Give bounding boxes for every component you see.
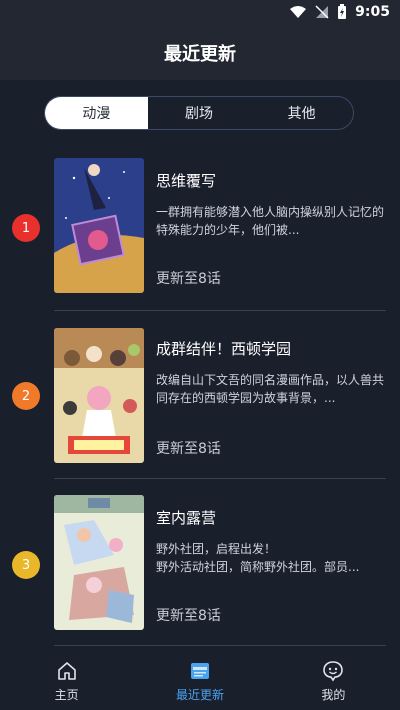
list-item[interactable]: 1 思维覆写 一群拥有能够潜入他人脑内操纵别人记忆的特殊能力的少年，他们被...… [0, 158, 400, 318]
episode-status: 更新至8话 [156, 271, 221, 287]
tab-theater[interactable]: 剧场 [148, 97, 251, 129]
item-title: 思维覆写 [156, 172, 217, 190]
nav-label: 最近更新 [175, 688, 224, 702]
tab-label: 剧场 [185, 106, 213, 122]
status-time: 9:05 [355, 4, 390, 20]
rank-number: 3 [21, 557, 31, 573]
profile-icon [323, 661, 344, 682]
bottom-nav: 主页 最近更新 我的 [0, 650, 400, 710]
rank-badge: 2 [12, 382, 40, 410]
tab-anime[interactable]: 动漫 [45, 97, 148, 129]
list-item[interactable]: 3 室内露营 野外社团，启程出发！ 野外活动社团，简称野外社团。部员... 更新… [0, 495, 400, 655]
battery-charging-icon [338, 4, 347, 19]
cover-image[interactable] [54, 495, 144, 630]
nav-label: 主页 [54, 688, 79, 702]
divider [54, 478, 386, 479]
divider [54, 310, 386, 311]
item-description: 一群拥有能够潜入他人脑内操纵别人记忆的特殊能力的少年，他们被... [156, 205, 384, 237]
episode-status: 更新至8话 [156, 441, 221, 457]
nav-profile[interactable]: 我的 [267, 650, 400, 710]
home-icon [57, 662, 76, 680]
cover-image[interactable] [54, 328, 144, 463]
item-title: 室内露营 [156, 509, 217, 527]
item-description: 野外社团，启程出发！ 野外活动社团，简称野外社团。部员... [156, 542, 360, 574]
nav-home[interactable]: 主页 [0, 650, 133, 710]
item-description: 改编自山下文吾的同名漫画作品，以人兽共同存在的西顿学园为故事背景，... [156, 373, 384, 405]
wifi-icon [290, 6, 307, 18]
nav-label: 我的 [321, 688, 346, 702]
no-signal-icon [315, 5, 329, 19]
cover-image[interactable] [54, 158, 144, 293]
category-tabs: 动漫 剧场 其他 [44, 96, 354, 130]
status-icons: 9:05 [289, 4, 390, 20]
news-icon [190, 663, 209, 679]
item-title: 成群结伴！西顿学园 [156, 340, 292, 358]
tab-label: 其他 [287, 106, 316, 122]
nav-recent-updates[interactable]: 最近更新 [133, 650, 266, 710]
status-bar: 9:05 [0, 0, 400, 26]
divider [54, 645, 386, 646]
rank-number: 2 [21, 388, 31, 404]
page-title: 最近更新 [164, 44, 236, 65]
tab-other[interactable]: 其他 [250, 97, 353, 129]
episode-status: 更新至8话 [156, 608, 221, 624]
item-info: 思维覆写 一群拥有能够潜入他人脑内操纵别人记忆的特殊能力的少年，他们被... [156, 170, 384, 239]
item-info: 成群结伴！西顿学园 改编自山下文吾的同名漫画作品，以人兽共同存在的西顿学园为故事… [156, 338, 384, 407]
rank-badge: 1 [12, 214, 40, 242]
rank-number: 1 [21, 220, 31, 236]
list-item[interactable]: 2 成群结伴！西顿学园 改编自山下文吾的同名漫画作品，以人兽共同存在的西顿学园为… [0, 328, 400, 488]
item-info: 室内露营 野外社团，启程出发！ 野外活动社团，简称野外社团。部员... [156, 507, 384, 576]
rank-badge: 3 [12, 551, 40, 579]
app-bar: 最近更新 [0, 26, 400, 80]
tab-label: 动漫 [82, 106, 111, 122]
